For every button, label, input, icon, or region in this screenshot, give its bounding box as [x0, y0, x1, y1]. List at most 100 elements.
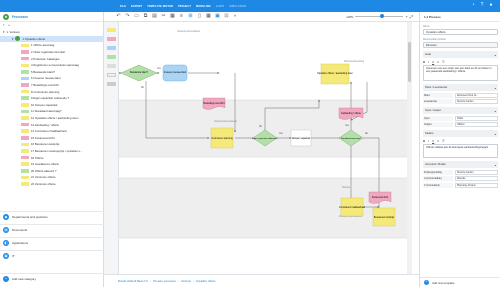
collapse-icon[interactable]: ▾ — [3, 23, 5, 27]
property-value[interactable]: Directie — [455, 176, 498, 181]
criteria-text[interactable]: Offerte voldoet aan de Europese aanbeste… — [423, 144, 498, 158]
paste-icon[interactable]: ▤ — [152, 14, 157, 19]
fit-icon[interactable]: ⊡ — [224, 14, 229, 19]
property-value[interactable]: Order — [455, 115, 498, 121]
breadcrumb-item[interactable]: Brandt Veldsoft Basis 6.0 — [118, 280, 148, 283]
view-icon[interactable]: ◐ — [233, 14, 238, 19]
underline-format-icon[interactable]: U — [432, 60, 434, 64]
canvas-scrollbar-thumb[interactable] — [408, 42, 411, 82]
tree-item[interactable]: 6 Invoeren nieuwe klant — [0, 75, 104, 82]
section-it[interactable]: ▣ IT — [0, 250, 104, 261]
menu-template-editor[interactable]: TEMPLATE EDITOR — [147, 5, 173, 8]
tree-item[interactable]: 19 Goedkeuren offerte — [0, 161, 104, 168]
menu-audit[interactable]: AUDIT — [216, 5, 224, 8]
process-canvas[interactable]: Verkoop binnendienst Werkvoorbereiding V… — [119, 22, 407, 274]
breadcrumb-item[interactable]: Verkoop — [181, 280, 191, 283]
goal-text[interactable]: Opnemen van een order van een klant en d… — [423, 65, 498, 81]
menu-project[interactable]: PROJECT — [178, 5, 191, 8]
menu-export[interactable]: EXPORT — [131, 5, 142, 8]
tree-item[interactable]: 17 Berekenen verkoopprijs / opstellen o… — [0, 148, 104, 155]
copy-icon[interactable]: ⧉ — [143, 14, 148, 19]
align-icon[interactable]: ≡ — [179, 14, 184, 19]
delete-icon[interactable]: ▭ — [134, 14, 139, 19]
processes-header[interactable]: ● Processes — [0, 12, 103, 22]
tree-item[interactable]: 5 Bestaande klant? — [0, 69, 104, 76]
section-documents[interactable]: ▤ Documents — [0, 224, 104, 235]
add-template-row[interactable]: + Add new template — [420, 277, 500, 287]
list-format-icon[interactable]: ≡ — [437, 139, 439, 143]
tree-item[interactable]: 13 Aanbieding / offerte — [0, 121, 104, 128]
tree-item[interactable]: 2 Order registratie formulier — [0, 49, 104, 56]
bold-format-icon[interactable]: B — [423, 139, 425, 143]
client-group[interactable]: Klant / Leverancier ▴ — [423, 84, 498, 91]
section-applications[interactable]: ◧ Applications — [0, 237, 104, 248]
menu-file[interactable]: FILE — [120, 5, 126, 8]
italic-format-icon[interactable]: I — [428, 139, 429, 143]
bold-format-icon[interactable]: B — [423, 60, 425, 64]
palette-application[interactable] — [107, 46, 116, 50]
numbered-list-icon[interactable]: ☰ — [442, 139, 445, 143]
tree-item[interactable]: 8 Controleren planning — [0, 88, 104, 95]
goal-group[interactable]: Goal ▴ — [423, 51, 498, 58]
palette-activity[interactable] — [107, 28, 116, 32]
canvas-scrollbar[interactable] — [407, 22, 412, 274]
expand-icon[interactable]: ▸ — [9, 23, 11, 27]
tree-item[interactable]: 7 Bestellings overzicht — [0, 82, 104, 89]
palette-decision[interactable] — [107, 55, 116, 59]
io-group[interactable]: Input / output ▴ — [423, 107, 498, 114]
zoom-slider-knob[interactable] — [379, 14, 384, 18]
menu-simulation[interactable]: SIMULATION — [229, 5, 246, 8]
tree-item[interactable]: 21 Versturen offerte — [0, 174, 104, 181]
tree-item[interactable]: 3 Producten Catalogus — [0, 55, 104, 62]
property-value[interactable]: Service Center — [455, 169, 498, 175]
section-departments[interactable]: ◆ Departments and positions — [0, 211, 104, 222]
property-value[interactable]: Planning, Financ — [455, 182, 498, 188]
tree-item[interactable]: 22 Versturen offerte — [0, 181, 104, 188]
italic-format-icon[interactable]: I — [428, 60, 429, 64]
tree-item[interactable]: 9 Eigen capaciteit voldoende ? — [0, 95, 104, 102]
tree-item[interactable]: 18 Offerte — [0, 154, 104, 161]
property-value[interactable]: Service Center — [455, 99, 498, 104]
responsible-field[interactable]: Directeur — [423, 42, 498, 48]
tree-item[interactable]: 12 Opstellen offerte / aanbieding doen — [0, 115, 104, 122]
property-value[interactable]: Offerte — [455, 122, 498, 127]
name-field[interactable]: Opstellen offerte — [423, 29, 498, 35]
help-icon[interactable]: ? — [479, 2, 485, 8]
expander-icon[interactable]: ▾ — [3, 30, 4, 34]
template-icon[interactable]: ▣ — [215, 14, 220, 19]
grid-icon[interactable]: ▦ — [206, 14, 211, 19]
breadcrumb-item[interactable]: Opstellen offerte — [196, 280, 216, 283]
tree-item[interactable]: 11 Standaard aanvraag? — [0, 108, 104, 115]
tree-item[interactable]: ▾ 1 Opstellen offerte — [0, 35, 104, 43]
tree-item[interactable]: 10 Inkopen capaciteit — [0, 102, 104, 109]
tree-item[interactable]: ▾ 1. Verkoop — [0, 29, 104, 36]
user-icon[interactable]: ● — [488, 2, 494, 8]
bell-icon[interactable]: ◔ — [470, 2, 476, 8]
zoom-slider[interactable] — [355, 14, 404, 18]
cut-icon[interactable]: ✂ — [161, 14, 166, 19]
underline-format-icon[interactable]: U — [432, 139, 434, 143]
list-format-icon[interactable]: ≡ — [437, 60, 439, 64]
link-icon[interactable]: ⊞ — [188, 14, 193, 19]
layout-icon[interactable]: ▯ — [197, 14, 202, 19]
palette-document[interactable] — [107, 37, 116, 41]
breadcrumb-item[interactable]: Primaire processen — [153, 280, 176, 283]
tree-item[interactable]: 1 Offerte aanvraag — [0, 42, 104, 49]
tree-item[interactable]: 16 Berekenen kostprijs — [0, 141, 104, 148]
tree-item[interactable]: 14 Controleren haalbaarheid — [0, 128, 104, 135]
numbered-list-icon[interactable]: ☰ — [442, 60, 445, 64]
property-value[interactable]: Afnemend bv1, E... — [455, 92, 498, 98]
expander-icon[interactable]: ▾ — [12, 37, 13, 41]
fullscreen-icon[interactable]: ⤢ — [410, 14, 413, 19]
palette-lane[interactable] — [107, 64, 116, 68]
tree-item[interactable]: 15 Kostenoverzicht — [0, 135, 104, 142]
redo-icon[interactable]: ↷ — [125, 14, 130, 19]
bold-icon[interactable]: ▦ — [170, 14, 175, 19]
section-add[interactable]: + Add new category — [0, 273, 104, 284]
tree-item[interactable]: 4 Registreren en beoordelen aanvraag — [0, 62, 104, 69]
menu-modeling[interactable]: MODELING — [196, 5, 211, 8]
tree-item[interactable]: 20 Offerte akkoord ? — [0, 167, 104, 174]
criteria-group[interactable]: Kaders ▴ — [423, 130, 498, 137]
palette-connector[interactable] — [107, 82, 116, 86]
palette-note[interactable] — [107, 73, 116, 77]
